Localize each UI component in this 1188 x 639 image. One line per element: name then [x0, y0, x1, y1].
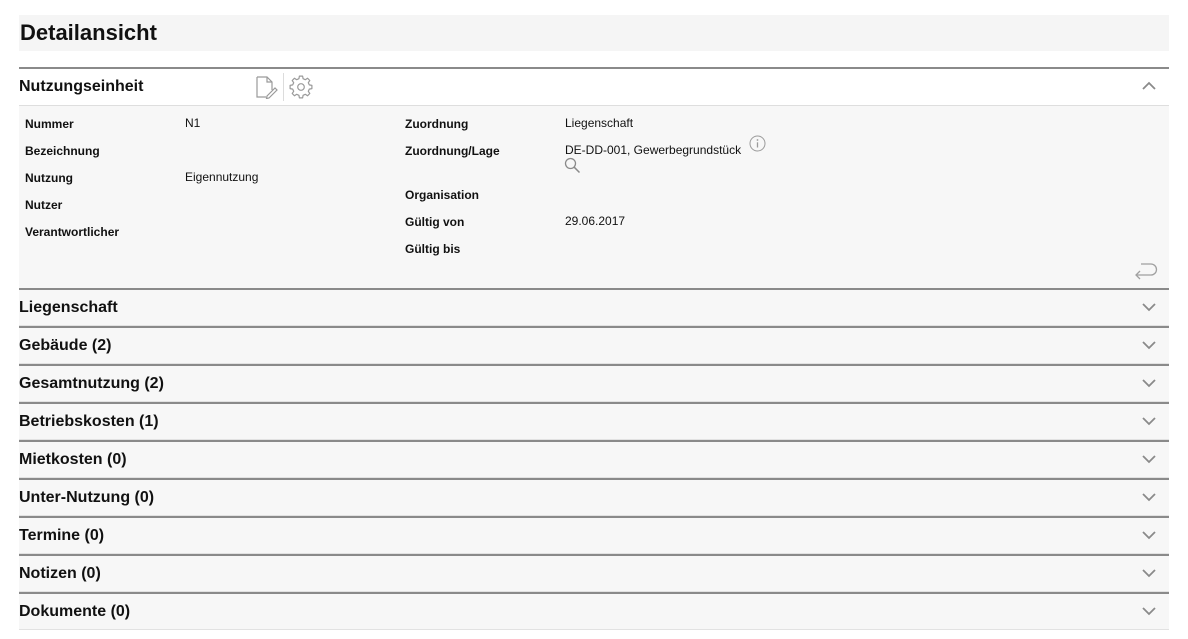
page-header: Detailansicht — [19, 15, 1169, 51]
field-value-gueltig-von: 29.06.2017 — [565, 214, 626, 228]
section-title: Termine (0) — [19, 527, 105, 544]
field-value-zuordnung: Liegenschaft — [565, 116, 634, 130]
section-header-notizen[interactable]: Notizen (0) — [19, 554, 1169, 592]
settings-gear-icon[interactable] — [288, 74, 314, 100]
section-title: Gesamtnutzung (2) — [19, 375, 164, 392]
field-label-verantwortlicher: Verantwortlicher — [25, 225, 120, 239]
chevron-down-icon[interactable] — [1141, 376, 1157, 390]
field-value-nummer: N1 — [185, 116, 201, 130]
info-icon[interactable] — [749, 135, 766, 152]
section-header-dokumente[interactable]: Dokumente (0) — [19, 592, 1169, 630]
field-label-nutzer: Nutzer — [25, 198, 63, 212]
section-title: Betriebskosten (1) — [19, 413, 159, 430]
field-label-gueltig-von: Gültig von — [405, 215, 465, 229]
chevron-down-icon[interactable] — [1141, 566, 1157, 580]
page-title: Detailansicht — [20, 20, 157, 45]
collapsed-section-list: Liegenschaft Gebäude (2) Gesamtnutzung (… — [19, 288, 1169, 630]
chevron-down-icon[interactable] — [1141, 300, 1157, 314]
toolbar-divider — [283, 73, 284, 101]
chevron-down-icon[interactable] — [1141, 528, 1157, 542]
section-title: Dokumente (0) — [19, 603, 131, 620]
section-title: Notizen (0) — [19, 565, 101, 582]
field-label-zuordnung: Zuordnung — [405, 117, 469, 131]
section-title: Liegenschaft — [19, 299, 118, 316]
section-header-nutzungseinheit[interactable]: Nutzungseinheit — [19, 67, 1169, 106]
section-header-unter-nutzung[interactable]: Unter-Nutzung (0) — [19, 478, 1169, 516]
section-title: Unter-Nutzung (0) — [19, 489, 155, 506]
section-title: Gebäude (2) — [19, 337, 112, 354]
section-header-mietkosten[interactable]: Mietkosten (0) — [19, 440, 1169, 478]
section-body-nutzungseinheit: Nummer N1 Bezeichnung Nutzung Eigennutzu… — [19, 106, 1169, 288]
section-header-betriebskosten[interactable]: Betriebskosten (1) — [19, 402, 1169, 440]
detail-view-page: Detailansicht Nutzungseinheit Nummer N1 … — [0, 0, 1188, 639]
field-value-nutzung: Eigennutzung — [185, 170, 259, 184]
chevron-down-icon[interactable] — [1141, 490, 1157, 504]
section-title-nutzungseinheit: Nutzungseinheit — [19, 78, 144, 95]
accordion-panel: Nutzungseinheit Nummer N1 Bezeichnung Nu… — [19, 67, 1169, 630]
section-header-gesamtnutzung[interactable]: Gesamtnutzung (2) — [19, 364, 1169, 402]
section-header-liegenschaft[interactable]: Liegenschaft — [19, 288, 1169, 326]
return-arrow-icon[interactable] — [1133, 260, 1159, 280]
field-label-gueltig-bis: Gültig bis — [405, 242, 461, 256]
edit-document-icon[interactable] — [253, 74, 279, 100]
field-value-zuordnung-lage[interactable]: DE-DD-001, Gewerbegrundstück — [565, 143, 741, 157]
section-header-termine[interactable]: Termine (0) — [19, 516, 1169, 554]
section-title: Mietkosten (0) — [19, 451, 127, 468]
chevron-down-icon[interactable] — [1141, 452, 1157, 466]
section-toolbar — [253, 73, 314, 101]
chevron-down-icon[interactable] — [1141, 604, 1157, 618]
chevron-down-icon[interactable] — [1141, 338, 1157, 352]
section-header-gebaeude[interactable]: Gebäude (2) — [19, 326, 1169, 364]
chevron-up-icon[interactable] — [1141, 79, 1157, 93]
field-label-nutzung: Nutzung — [25, 171, 73, 185]
field-label-organisation: Organisation — [405, 188, 480, 202]
chevron-down-icon[interactable] — [1141, 414, 1157, 428]
field-label-zuordnung-lage: Zuordnung/Lage — [405, 144, 500, 158]
field-label-bezeichnung: Bezeichnung — [25, 144, 100, 158]
field-label-nummer: Nummer — [25, 117, 74, 131]
search-icon[interactable] — [564, 157, 581, 174]
